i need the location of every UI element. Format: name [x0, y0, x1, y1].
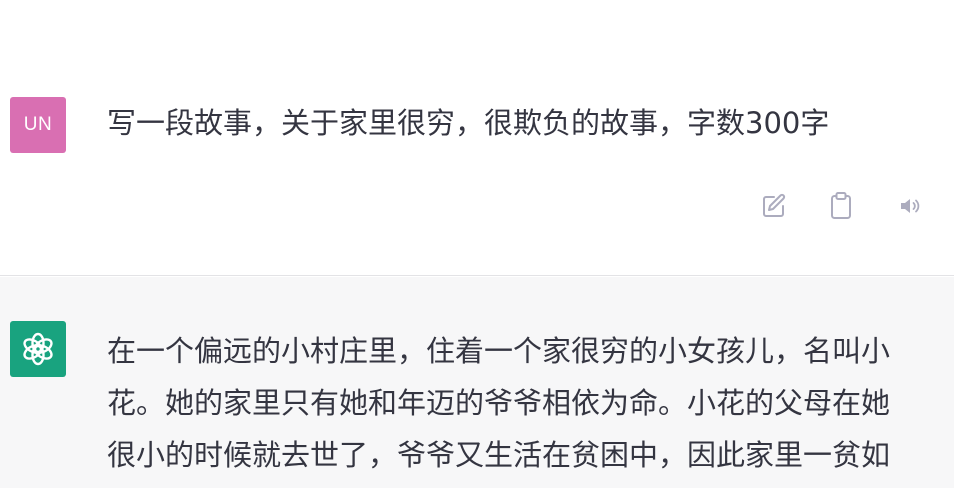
edit-icon [763, 193, 786, 217]
user-message-text: 写一段故事，关于家里很穷，很欺负的故事，字数300字 [107, 106, 830, 140]
assistant-avatar [10, 321, 66, 377]
user-avatar: UN [10, 97, 66, 153]
chat-page: UN 写一段故事，关于家里很穷，很欺负的故事，字数300字 在一个偏远的小村庄里… [0, 0, 954, 488]
clipboard-icon [831, 192, 851, 219]
assistant-message-text: 在一个偏远的小村庄里，住着一个家很穷的小女孩儿，名叫小 花。她的家里只有她和年迈… [107, 325, 927, 481]
assistant-message-line: 花。她的家里只有她和年迈的爷爷相依为命。小花的父母在她 [107, 386, 891, 420]
assistant-message-row: 在一个偏远的小村庄里，住着一个家很穷的小女孩儿，名叫小 花。她的家里只有她和年迈… [0, 277, 954, 488]
message-actions [0, 188, 954, 224]
speaker-icon [901, 199, 920, 213]
user-message-row: UN 写一段故事，关于家里很穷，很欺负的故事，字数300字 [0, 0, 954, 276]
assistant-message-line: 在一个偏远的小村庄里，住着一个家很穷的小女孩儿，名叫小 [107, 334, 891, 368]
openai-logo-icon [23, 332, 53, 366]
read-aloud-button[interactable] [894, 188, 928, 224]
copy-button[interactable] [824, 188, 858, 224]
assistant-message-line: 很小的时候就去世了，爷爷又生活在贫困中，因此家里一贫如 [107, 438, 891, 472]
edit-button[interactable] [757, 188, 791, 224]
